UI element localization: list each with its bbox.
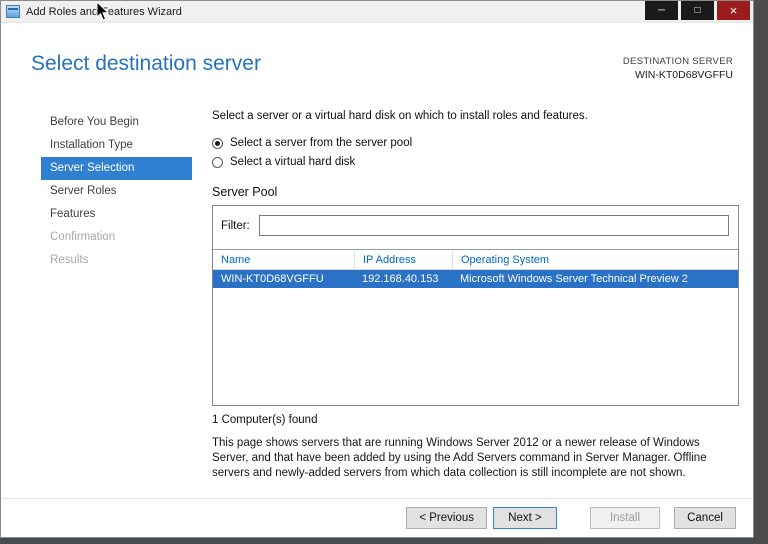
wizard-steps-sidebar: Before You Begin Installation Type Serve…: [41, 111, 192, 272]
server-table-header: Name IP Address Operating System: [213, 249, 738, 270]
cell-ip-address: 192.168.40.153: [354, 273, 452, 285]
cell-server-name: WIN-KT0D68VGFFU: [213, 273, 354, 285]
page-help-text: This page shows servers that are running…: [212, 436, 739, 481]
radio-selected-icon[interactable]: [212, 138, 223, 149]
maximize-button[interactable]: □: [681, 1, 714, 20]
page-title: Select destination server: [31, 52, 261, 76]
filter-label: Filter:: [221, 220, 250, 232]
sidebar-item-server-roles[interactable]: Server Roles: [41, 180, 192, 203]
destination-radio-group: Select a server from the server pool Sel…: [212, 137, 739, 168]
destination-block: DESTINATION SERVER WIN-KT0D68VGFFU: [623, 56, 733, 81]
destination-label: DESTINATION SERVER: [623, 56, 733, 67]
sidebar-item-server-selection[interactable]: Server Selection: [41, 157, 192, 180]
destination-server-name: WIN-KT0D68VGFFU: [623, 69, 733, 81]
column-header-ip-address[interactable]: IP Address: [354, 250, 452, 269]
wizard-window: Add Roles and Features Wizard ─ □ × Sele…: [0, 0, 754, 538]
minimize-icon: ─: [658, 6, 665, 16]
sidebar-item-before-you-begin[interactable]: Before You Begin: [41, 111, 192, 134]
cell-operating-system: Microsoft Windows Server Technical Previ…: [452, 273, 738, 285]
close-button[interactable]: ×: [717, 1, 750, 20]
intro-text: Select a server or a virtual hard disk o…: [212, 110, 739, 122]
titlebar[interactable]: Add Roles and Features Wizard ─ □ ×: [1, 1, 753, 23]
column-header-name[interactable]: Name: [213, 250, 354, 269]
radio-vhd-label: Select a virtual hard disk: [230, 156, 355, 168]
radio-server-pool[interactable]: Select a server from the server pool: [212, 137, 739, 149]
wizard-icon: [6, 5, 20, 18]
sidebar-item-results: Results: [41, 249, 192, 272]
column-header-operating-system[interactable]: Operating System: [452, 250, 738, 269]
close-icon: ×: [730, 4, 738, 17]
main-content: Select a server or a virtual hard disk o…: [212, 110, 739, 481]
page-header: Select destination server DESTINATION SE…: [2, 24, 752, 100]
table-row[interactable]: WIN-KT0D68VGFFU 192.168.40.153 Microsoft…: [213, 270, 738, 288]
server-pool-title: Server Pool: [212, 185, 739, 199]
server-table-empty-area: [213, 288, 738, 405]
install-button: Install: [590, 507, 660, 529]
next-button[interactable]: Next >: [493, 507, 557, 529]
cancel-button[interactable]: Cancel: [674, 507, 736, 529]
maximize-icon: □: [694, 6, 700, 16]
filter-input[interactable]: [259, 215, 729, 236]
radio-virtual-hard-disk[interactable]: Select a virtual hard disk: [212, 156, 739, 168]
filter-row: Filter:: [213, 206, 738, 238]
previous-button[interactable]: < Previous: [406, 507, 487, 529]
sidebar-item-confirmation: Confirmation: [41, 226, 192, 249]
radio-server-pool-label: Select a server from the server pool: [230, 137, 412, 149]
window-controls: ─ □ ×: [645, 1, 750, 20]
server-pool-panel: Filter: Name IP Address Operating System…: [212, 205, 739, 406]
window-title: Add Roles and Features Wizard: [26, 6, 182, 18]
wizard-footer: < Previous Next > Install Cancel: [2, 498, 752, 536]
minimize-button[interactable]: ─: [645, 1, 678, 20]
radio-unselected-icon[interactable]: [212, 157, 223, 168]
computers-found-count: 1 Computer(s) found: [212, 414, 739, 426]
sidebar-item-features[interactable]: Features: [41, 203, 192, 226]
sidebar-item-installation-type[interactable]: Installation Type: [41, 134, 192, 157]
